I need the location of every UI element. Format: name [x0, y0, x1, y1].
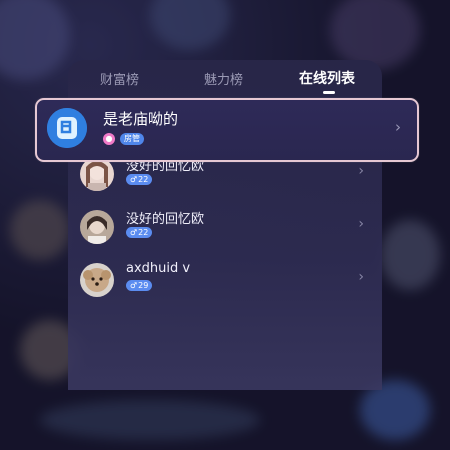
chevron-right-icon: ›	[395, 118, 401, 136]
list-item[interactable]: axdhuid v ♂29 ›	[68, 254, 382, 306]
pink-circle-icon: ●	[103, 133, 115, 145]
active-tab-indicator	[323, 91, 335, 94]
role-badge: 房管	[120, 133, 144, 145]
user-name: 没好的回忆欧	[126, 212, 205, 227]
highlighted-user-card[interactable]: 是老庙呦的 ● 房管 ›	[35, 98, 419, 162]
list-item[interactable]: 没好的回忆欧 ♂22 ›	[68, 201, 382, 253]
chevron-right-icon: ›	[358, 163, 364, 179]
tab-charm-ranking[interactable]: 魅力榜	[204, 69, 243, 88]
user-name: axdhuid v	[126, 261, 191, 276]
avatar	[80, 210, 114, 244]
tab-bar: 财富榜 魅力榜 在线列表	[68, 60, 382, 100]
gender-age-badge: ♂22	[126, 174, 153, 185]
gender-age-badge: ♂22	[126, 227, 153, 238]
chevron-right-icon: ›	[358, 269, 364, 285]
gender-age-badge: ♂29	[126, 280, 153, 291]
avatar	[80, 157, 114, 191]
avatar	[80, 263, 114, 297]
tab-online-list[interactable]: 在线列表	[299, 68, 355, 88]
tab-wealth-ranking[interactable]: 财富榜	[100, 69, 139, 88]
avatar	[47, 108, 87, 148]
chevron-right-icon: ›	[358, 216, 364, 232]
user-name: 是老庙呦的	[103, 110, 179, 128]
